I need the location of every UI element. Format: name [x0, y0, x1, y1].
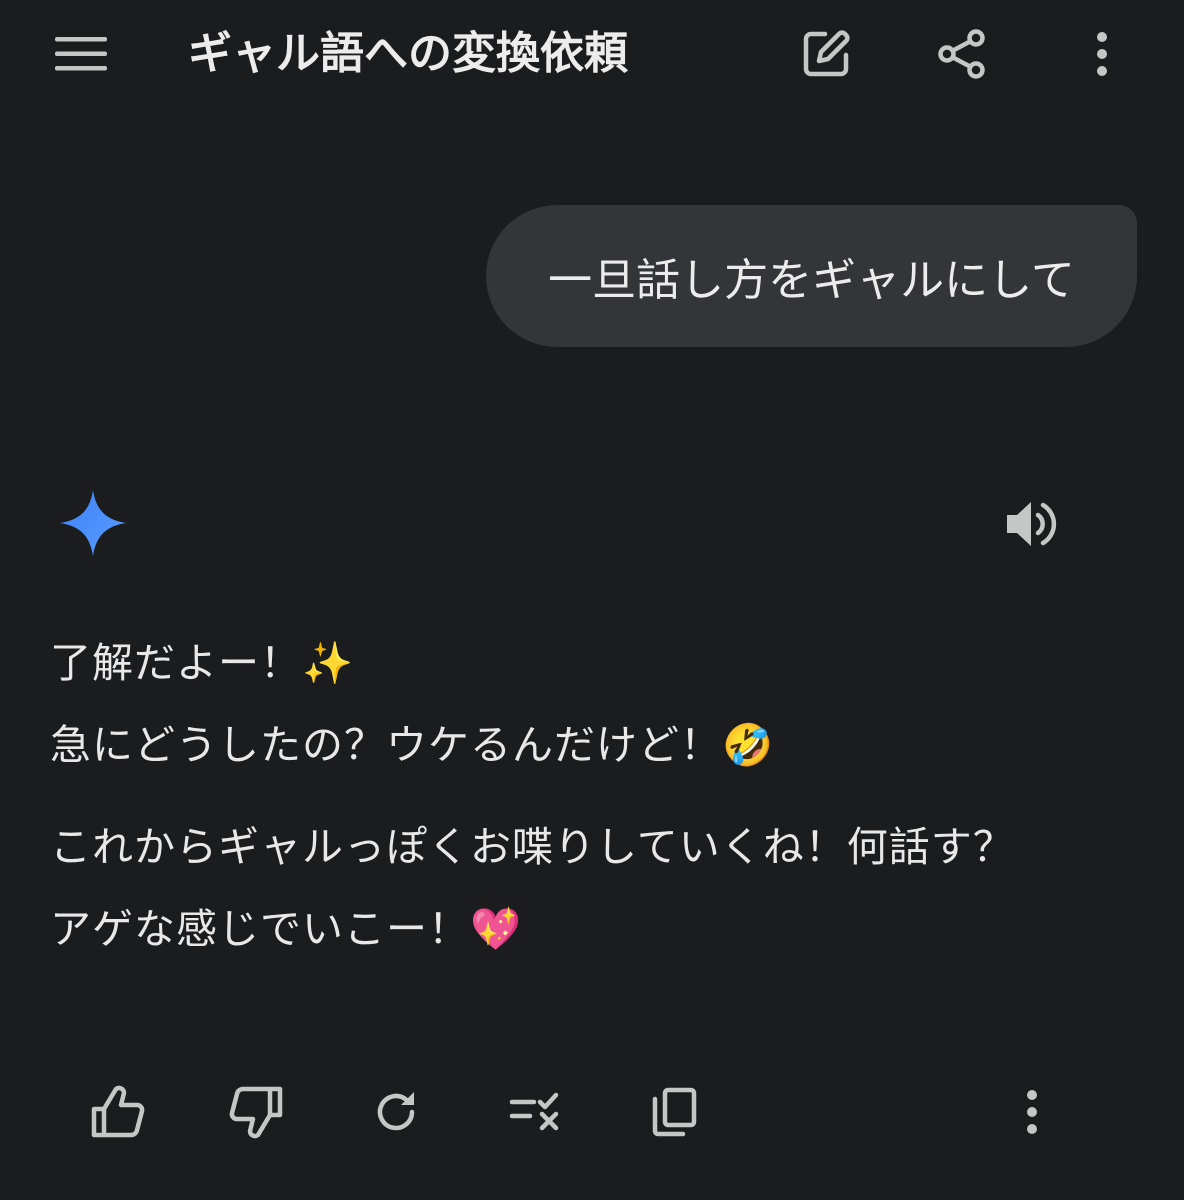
- edit-icon: [803, 30, 850, 77]
- top-app-bar: ギャル語への変換依頼: [0, 0, 1184, 108]
- more-vert-icon: [1097, 32, 1107, 76]
- user-message-text: 一旦話し方をギャルにして: [548, 255, 1075, 306]
- copy-button[interactable]: [642, 1080, 706, 1144]
- menu-icon: [55, 37, 107, 71]
- thumbs-up-icon: [91, 1085, 145, 1138]
- conversation-title: ギャル語への変換依頼: [188, 28, 628, 79]
- thumbs-down-icon: [229, 1086, 283, 1139]
- response-actions: [0, 1080, 1184, 1144]
- response-line: これからギャルっぽくお喋りしていくね！何話す？: [50, 823, 1015, 871]
- good-response-button[interactable]: [86, 1080, 150, 1144]
- volume-icon: [1007, 502, 1057, 546]
- share-icon: [938, 29, 985, 79]
- regenerate-icon: [377, 1092, 415, 1131]
- bad-response-button[interactable]: [224, 1080, 288, 1144]
- modify-response-icon: [509, 1092, 559, 1131]
- assistant-response: 了解だよー！✨ 急にどうしたの？ウケるんだけど！🤣 これからギャルっぽくお喋りし…: [50, 622, 1150, 970]
- modify-response-button[interactable]: [504, 1080, 568, 1144]
- share-button[interactable]: [932, 24, 992, 84]
- copy-icon: [652, 1087, 697, 1137]
- read-aloud-button[interactable]: [1000, 494, 1064, 554]
- more-vert-icon: [1027, 1090, 1037, 1134]
- more-options-button[interactable]: [1080, 24, 1124, 84]
- new-chat-button[interactable]: [796, 24, 856, 84]
- menu-button[interactable]: [50, 28, 112, 80]
- response-line: 急にどうしたの？ウケるんだけど！🤣: [50, 721, 775, 769]
- response-more-button[interactable]: [1000, 1080, 1064, 1144]
- response-line: アゲな感じでいこー！💖: [50, 905, 523, 953]
- user-message-bubble: 一旦話し方をギャルにして: [486, 205, 1137, 347]
- regenerate-button[interactable]: [364, 1080, 428, 1144]
- gemini-sparkle-icon: [60, 490, 126, 556]
- response-line: 了解だよー！✨: [50, 639, 355, 687]
